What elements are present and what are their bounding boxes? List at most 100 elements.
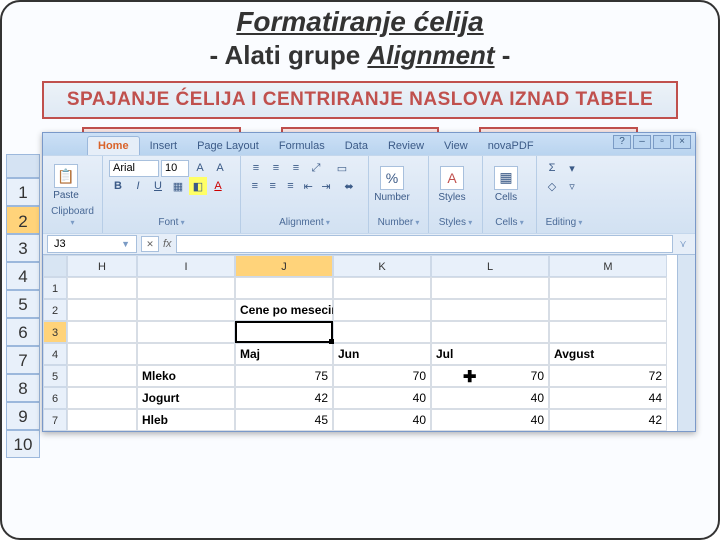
cell[interactable]: 44 <box>549 387 667 409</box>
row-header-1[interactable]: 1 <box>43 277 67 299</box>
col-header-H[interactable]: H <box>67 255 137 277</box>
cell[interactable] <box>235 277 333 299</box>
cell[interactable] <box>431 277 549 299</box>
tab-insert[interactable]: Insert <box>140 137 188 155</box>
row-header-7[interactable]: 7 <box>43 409 67 431</box>
tab-page-layout[interactable]: Page Layout <box>187 137 269 155</box>
cell[interactable] <box>549 299 667 321</box>
minimize-ribbon-icon[interactable]: – <box>633 135 651 149</box>
border-button[interactable]: ▦ <box>169 177 187 195</box>
font-name-select[interactable]: Arial <box>109 160 159 177</box>
cell[interactable] <box>137 321 235 343</box>
cell[interactable] <box>67 277 137 299</box>
align-right-icon[interactable]: ≡ <box>283 177 299 195</box>
row-header-2[interactable]: 2 <box>43 299 67 321</box>
tab-novapdf[interactable]: novaPDF <box>478 137 544 155</box>
align-middle-icon[interactable]: ≡ <box>267 159 285 177</box>
paste-button[interactable]: 📋 Paste <box>49 159 83 206</box>
row-header-5[interactable]: 5 <box>43 365 67 387</box>
outer-row-6[interactable]: 6 <box>6 318 40 346</box>
cell[interactable]: 40 <box>333 387 431 409</box>
outer-row-5[interactable]: 5 <box>6 290 40 318</box>
scrollbar-area[interactable] <box>677 255 695 431</box>
col-header-J[interactable]: J <box>235 255 333 277</box>
cell[interactable] <box>333 299 431 321</box>
close-icon[interactable]: × <box>673 135 691 149</box>
outer-row-4[interactable]: 4 <box>6 262 40 290</box>
col-header-M[interactable]: M <box>549 255 667 277</box>
cell[interactable]: Maj <box>235 343 333 365</box>
cell[interactable]: Hleb <box>137 409 235 431</box>
number-format-button[interactable]: % Number <box>375 159 409 209</box>
select-all-corner[interactable] <box>43 255 67 277</box>
name-box[interactable]: J3 ▼ <box>47 235 137 253</box>
restore-icon[interactable]: ▫ <box>653 135 671 149</box>
cell[interactable] <box>549 321 667 343</box>
grow-font-icon[interactable]: A <box>191 159 209 177</box>
align-center-icon[interactable]: ≡ <box>265 177 281 195</box>
shrink-font-icon[interactable]: A <box>211 159 229 177</box>
expand-formula-bar-icon[interactable]: ⋎ <box>677 239 689 250</box>
wrap-text-icon[interactable]: ▭ <box>327 159 357 177</box>
row-header-3[interactable]: 3 <box>43 321 67 343</box>
cell[interactable] <box>137 343 235 365</box>
cell[interactable]: 40 <box>431 387 549 409</box>
cell[interactable]: 45 <box>235 409 333 431</box>
merge-center-button[interactable]: ⬌ <box>336 177 362 195</box>
cell[interactable]: 70 <box>431 365 549 387</box>
underline-button[interactable]: U <box>149 177 167 195</box>
outer-row-9[interactable]: 9 <box>6 402 40 430</box>
cell[interactable] <box>137 299 235 321</box>
outer-row-8[interactable]: 8 <box>6 374 40 402</box>
align-left-icon[interactable]: ≡ <box>247 177 263 195</box>
cell[interactable] <box>67 321 137 343</box>
tab-data[interactable]: Data <box>335 137 378 155</box>
cell[interactable] <box>431 321 549 343</box>
cell-merged-title[interactable]: Cene po mesecima <box>235 299 333 321</box>
orientation-icon[interactable]: ⤢ <box>307 159 325 177</box>
font-color-button[interactable]: A <box>209 177 227 195</box>
decrease-indent-icon[interactable]: ⇤ <box>300 177 316 195</box>
outer-row-10[interactable]: 10 <box>6 430 40 458</box>
cell[interactable] <box>67 387 137 409</box>
outer-row-1[interactable]: 1 <box>6 178 40 206</box>
sort-filter-icon[interactable]: ▿ <box>563 177 581 195</box>
fx-icon[interactable]: fx <box>163 238 172 250</box>
cell[interactable]: Jul <box>431 343 549 365</box>
col-header-I[interactable]: I <box>137 255 235 277</box>
row-header-6[interactable]: 6 <box>43 387 67 409</box>
outer-row-3[interactable]: 3 <box>6 234 40 262</box>
tab-home[interactable]: Home <box>87 136 140 155</box>
outer-row-7[interactable]: 7 <box>6 346 40 374</box>
italic-button[interactable]: I <box>129 177 147 195</box>
col-header-L[interactable]: L <box>431 255 549 277</box>
cell[interactable]: 72 <box>549 365 667 387</box>
cancel-formula-icon[interactable]: ✕ <box>141 236 159 252</box>
cell[interactable]: 42 <box>549 409 667 431</box>
cell[interactable]: 70 <box>333 365 431 387</box>
cell[interactable] <box>333 277 431 299</box>
tab-formulas[interactable]: Formulas <box>269 137 335 155</box>
outer-row-2[interactable]: 2 <box>6 206 40 234</box>
align-bottom-icon[interactable]: ≡ <box>287 159 305 177</box>
cell[interactable]: Jun <box>333 343 431 365</box>
font-size-select[interactable]: 10 <box>161 160 189 177</box>
col-header-K[interactable]: K <box>333 255 431 277</box>
cell[interactable] <box>549 277 667 299</box>
fill-color-button[interactable]: ◧ <box>189 177 207 195</box>
increase-indent-icon[interactable]: ⇥ <box>318 177 334 195</box>
active-cell-J3[interactable] <box>235 321 333 343</box>
formula-input[interactable] <box>176 235 673 253</box>
cells-button[interactable]: ▦ Cells <box>489 159 523 209</box>
bold-button[interactable]: B <box>109 177 127 195</box>
cell[interactable]: Mleko <box>137 365 235 387</box>
cell[interactable] <box>67 299 137 321</box>
cell[interactable]: 40 <box>333 409 431 431</box>
help-icon[interactable]: ? <box>613 135 631 149</box>
cell[interactable]: 75 <box>235 365 333 387</box>
cell[interactable] <box>333 321 431 343</box>
styles-button[interactable]: A Styles <box>435 159 469 209</box>
cell[interactable]: 42 <box>235 387 333 409</box>
cell[interactable] <box>67 343 137 365</box>
align-top-icon[interactable]: ≡ <box>247 159 265 177</box>
